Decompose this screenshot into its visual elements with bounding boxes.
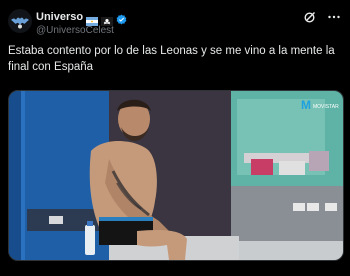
tweet-media[interactable]: M MOVISTAR: [8, 90, 344, 261]
verified-badge-icon: [116, 12, 127, 24]
more-icon[interactable]: [327, 10, 341, 24]
tweet-card: Universo @UniversoCelest Estaba contento…: [0, 0, 350, 276]
pirate-flag-icon: [101, 13, 114, 26]
bat-logo-icon: [8, 9, 32, 33]
argentina-flag-icon: [86, 13, 99, 26]
watermark-brand: M: [301, 98, 311, 112]
author-handle[interactable]: @UniversoCelest: [36, 25, 114, 36]
tweet-top-actions: [303, 10, 341, 24]
avatar[interactable]: [8, 9, 32, 33]
author-name-row: Universo: [36, 10, 127, 26]
video-frame-image: M MOVISTAR: [9, 91, 343, 260]
display-name[interactable]: Universo: [36, 11, 83, 23]
grok-icon[interactable]: [303, 10, 317, 24]
tweet-text: Estaba contento por lo de las Leonas y s…: [8, 45, 335, 73]
watermark-text: MOVISTAR: [313, 104, 339, 110]
